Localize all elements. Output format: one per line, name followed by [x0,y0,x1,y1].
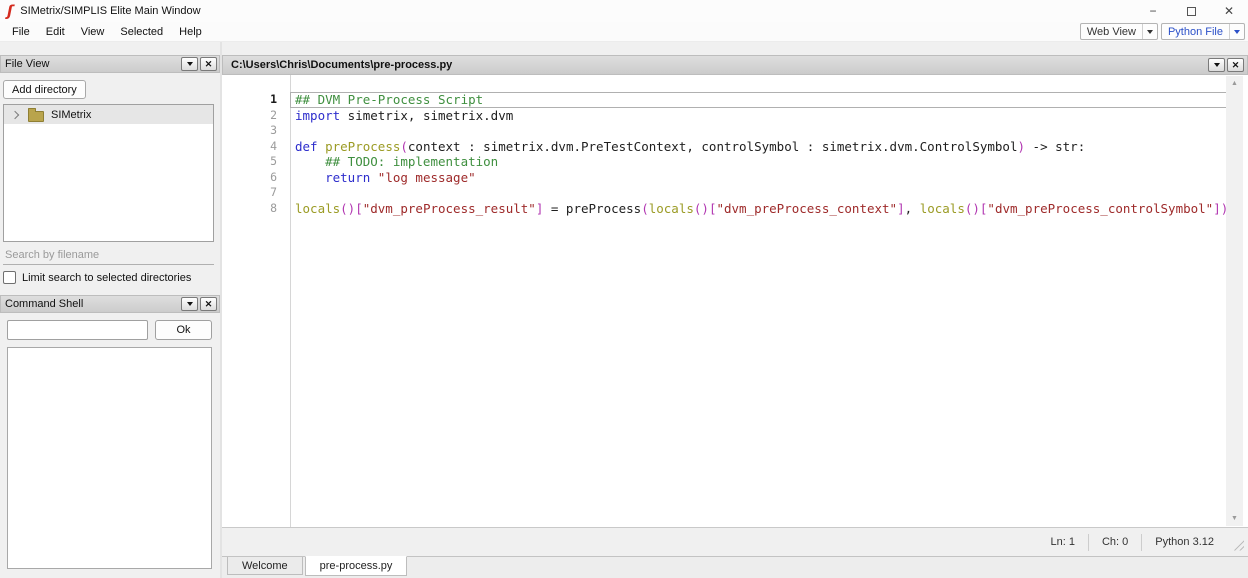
main-window: ʃ SIMetrix/SIMPLIS Elite Main Window − ✕… [0,0,1248,578]
scroll-up-icon[interactable]: ▲ [1231,76,1238,91]
file-tree: SIMetrix [3,104,214,242]
code-line-text[interactable] [290,185,1228,201]
web-view-dropdown[interactable]: Web View [1080,23,1158,40]
line-number: 4 [222,139,290,155]
chevron-down-icon [1234,30,1240,34]
command-shell-output[interactable] [7,347,212,569]
python-file-dropdown[interactable]: Python File [1161,23,1245,40]
menu-item-help[interactable]: Help [171,24,210,40]
window-controls: − ✕ [1134,0,1248,22]
menu-item-view[interactable]: View [73,24,113,40]
web-view-label: Web View [1081,26,1142,38]
add-directory-button[interactable]: Add directory [3,80,86,99]
status-line: Ln: 1 [1038,536,1088,548]
menu-item-edit[interactable]: Edit [38,24,73,40]
title-bar: ʃ SIMetrix/SIMPLIS Elite Main Window − ✕ [0,0,1248,22]
code-line[interactable]: 8locals()["dvm_preProcess_result"] = pre… [222,201,1228,217]
chevron-down-icon [187,62,193,66]
line-number: 5 [222,154,290,170]
chevron-down-icon [1147,30,1153,34]
menu-items: FileEditViewSelectedHelp [4,24,210,40]
document-tab-bar: Welcome pre-process.py [222,556,1248,578]
window-title: SIMetrix/SIMPLIS Elite Main Window [20,5,200,17]
code-lines: 1## DVM Pre-Process Script2import simetr… [222,92,1228,216]
editor-file-path: C:\Users\Chris\Documents\pre-process.py [231,59,1206,71]
close-button[interactable]: ✕ [1210,0,1248,22]
code-line-text[interactable]: def preProcess(context : simetrix.dvm.Pr… [290,139,1228,155]
file-view-close-button[interactable]: ✕ [200,57,217,71]
tree-item-simetrix[interactable]: SIMetrix [4,105,213,124]
file-view-header: File View ✕ [0,55,220,73]
command-shell-close-button[interactable]: ✕ [200,297,217,311]
code-line-text[interactable]: locals()["dvm_preProcess_result"] = preP… [290,201,1228,217]
tree-item-label: SIMetrix [51,109,91,121]
command-shell-collapse-button[interactable] [181,297,198,311]
code-line-text[interactable]: import simetrix, simetrix.dvm [290,108,1228,124]
file-view-title: File View [5,58,179,70]
maximize-icon [1187,7,1196,16]
command-input[interactable] [8,324,158,336]
editor-close-button[interactable]: ✕ [1227,58,1244,72]
line-number: 7 [222,185,290,201]
code-line[interactable]: 7 [222,185,1228,201]
expand-chevron-icon[interactable] [11,110,19,118]
line-number: 3 [222,123,290,139]
command-input-combobox[interactable] [7,320,148,340]
file-view-collapse-button[interactable] [181,57,198,71]
divider [1142,24,1143,39]
maximize-button[interactable] [1172,0,1210,22]
limit-search-label: Limit search to selected directories [22,272,191,284]
close-icon: ✕ [205,300,213,309]
folder-icon-flap [28,108,36,112]
editor-header: C:\Users\Chris\Documents\pre-process.py … [222,55,1248,75]
minimize-button[interactable]: − [1134,0,1172,22]
quick-access-bar: Web View Python File [1080,23,1245,40]
line-number: 1 [222,92,290,108]
code-line-text[interactable]: ## TODO: implementation [290,154,1228,170]
chevron-down-icon [187,302,193,306]
limit-search-row: Limit search to selected directories [3,271,191,284]
vertical-scrollbar[interactable]: ▲ ▼ [1226,76,1243,526]
close-icon: ✕ [205,60,213,69]
code-line[interactable]: 1## DVM Pre-Process Script [222,92,1228,108]
search-filename-input[interactable] [3,246,214,265]
code-line-text[interactable]: ## DVM Pre-Process Script [290,92,1228,108]
python-file-label: Python File [1162,26,1229,38]
chevron-down-icon [1214,63,1220,67]
ok-button[interactable]: Ok [155,320,212,340]
code-line[interactable]: 4def preProcess(context : simetrix.dvm.P… [222,139,1228,155]
code-line-text[interactable]: return "log message" [290,170,1228,186]
status-language: Python 3.12 [1142,536,1227,548]
code-line[interactable]: 2import simetrix, simetrix.dvm [222,108,1228,124]
line-number: 8 [222,201,290,217]
line-number: 2 [222,108,290,124]
tab-pre-process-py[interactable]: pre-process.py [305,556,408,576]
editor-collapse-button[interactable] [1208,58,1225,72]
scroll-down-icon[interactable]: ▼ [1231,511,1238,526]
command-shell-header: Command Shell ✕ [0,295,220,313]
folder-icon [28,111,44,122]
code-line[interactable]: 6 return "log message" [222,170,1228,186]
menu-item-file[interactable]: File [4,24,38,40]
code-line[interactable]: 5 ## TODO: implementation [222,154,1228,170]
code-line[interactable]: 3 [222,123,1228,139]
app-logo-icon: ʃ [7,4,13,19]
status-bar: Ln: 1 Ch: 0 Python 3.12 [222,528,1248,556]
divider [1229,24,1230,39]
line-number: 6 [222,170,290,186]
tab-welcome[interactable]: Welcome [227,557,303,575]
command-shell-title: Command Shell [5,298,179,310]
menu-item-selected[interactable]: Selected [112,24,171,40]
code-line-text[interactable] [290,123,1228,139]
code-editor[interactable]: 1## DVM Pre-Process Script2import simetr… [222,75,1248,528]
resize-grip[interactable] [1233,540,1244,551]
limit-search-checkbox[interactable] [3,271,16,284]
menu-bar: FileEditViewSelectedHelp Web View Python… [0,22,1248,42]
status-char: Ch: 0 [1089,536,1141,548]
close-icon: ✕ [1232,61,1240,70]
